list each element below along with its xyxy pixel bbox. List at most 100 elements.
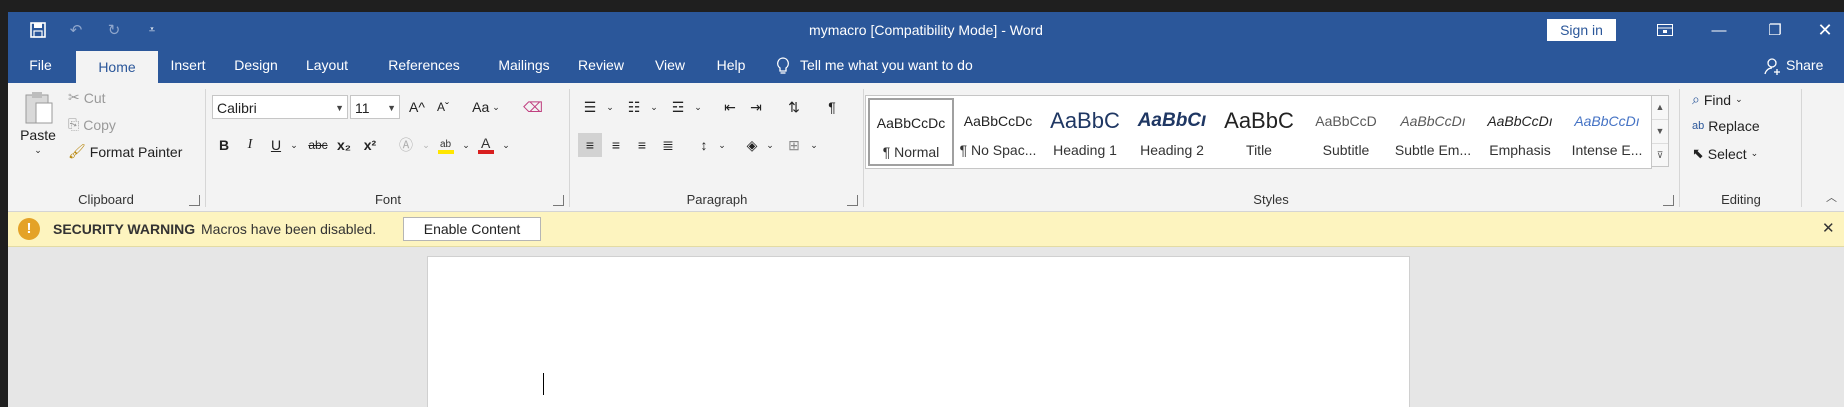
increase-indent-icon[interactable]: ⇥ (744, 95, 768, 119)
tab-help[interactable]: Help (708, 48, 754, 83)
tab-file[interactable]: File (18, 48, 63, 83)
gallery-down-icon[interactable]: ▼ (1652, 120, 1668, 144)
restore-icon[interactable]: ❐ (1750, 12, 1800, 48)
cut-button[interactable]: ✂ Cut (68, 89, 106, 106)
font-group-label: Font (374, 192, 401, 207)
tab-view[interactable]: View (646, 48, 694, 83)
lightbulb-icon (776, 56, 790, 75)
grow-font-button[interactable]: A^ (405, 95, 429, 119)
document-page[interactable] (427, 256, 1410, 407)
style-heading-2[interactable]: AaBbCı Heading 2 (1129, 98, 1215, 166)
style-emphasis[interactable]: AaBbCcDı Emphasis (1477, 98, 1563, 166)
shrink-font-label: Aˇ (437, 100, 449, 114)
find-button[interactable]: ⌕ Find ⌄ (1692, 91, 1743, 108)
font-name-combo[interactable]: Calibri ▼ (212, 95, 348, 119)
paragraph-launcher-icon[interactable] (847, 195, 858, 206)
style-subtle-emphasis[interactable]: AaBbCcDı Subtle Em... (1390, 98, 1476, 166)
chevron-down-icon[interactable]: ⌄ (710, 133, 734, 157)
style-preview: AaBbCcDı (1400, 113, 1466, 129)
share-button[interactable]: Share (1764, 48, 1823, 83)
select-label: Select (1707, 145, 1747, 162)
ribbon-display-icon[interactable] (1640, 12, 1690, 48)
italic-button[interactable]: I (238, 133, 262, 157)
clear-formatting-icon[interactable]: ⌫ (521, 95, 545, 119)
customize-icon[interactable]: ⩡ (140, 18, 164, 42)
shield-warning-icon: ! (18, 218, 40, 240)
svg-text:A: A (481, 135, 491, 151)
replace-button[interactable]: ab Replace (1692, 118, 1760, 134)
strikethrough-button[interactable]: abc (306, 133, 330, 157)
undo-icon[interactable]: ↶ (64, 18, 88, 42)
style-name: Heading 2 (1140, 142, 1204, 158)
superscript-button[interactable]: x² (358, 133, 382, 157)
search-icon: ⌕ (1692, 91, 1700, 107)
paste-dropdown-icon: ⌄ (34, 145, 42, 155)
tab-layout[interactable]: Layout (296, 48, 358, 83)
change-case-button[interactable]: Aa ⌄ (468, 95, 504, 119)
subscript-button[interactable]: x₂ (332, 133, 356, 157)
align-right-icon[interactable]: ≡ (630, 133, 654, 157)
tab-mailings[interactable]: Mailings (482, 48, 566, 83)
tab-references[interactable]: References (378, 48, 470, 83)
font-size-combo[interactable]: 11 ▼ (350, 95, 400, 119)
format-painter-button[interactable]: 🖌 Format Painter (68, 143, 182, 160)
close-icon[interactable]: ✕ (1822, 212, 1835, 246)
tab-insert[interactable]: Insert (160, 48, 216, 83)
chevron-down-icon[interactable]: ⌄ (802, 133, 826, 157)
copy-icon: ⎘ (68, 116, 80, 132)
gallery-more-icon[interactable]: ⊽ (1652, 144, 1668, 167)
shrink-font-button[interactable]: Aˇ (431, 95, 455, 119)
style-preview: AaBbCcD (1315, 113, 1377, 129)
sort-icon[interactable]: ⇅ (782, 95, 806, 119)
copy-button[interactable]: ⎘ Copy (68, 116, 116, 133)
chevron-down-icon[interactable]: ⌄ (758, 133, 782, 157)
minimize-icon[interactable]: — (1694, 12, 1744, 48)
font-group: Calibri ▼ 11 ▼ A^ Aˇ Aa ⌄ ⌫ B I U ⌄ abc x₂ … (208, 83, 568, 211)
save-icon[interactable] (26, 18, 50, 42)
underline-dropdown-icon[interactable]: ⌄ (282, 133, 306, 157)
justify-icon[interactable]: ≣ (656, 133, 680, 157)
chevron-down-icon[interactable]: ⌄ (642, 95, 666, 119)
style-no-spacing[interactable]: AaBbCcDc ¶ No Spac... (955, 98, 1041, 166)
style-name: Title (1246, 142, 1272, 158)
chevron-down-icon: ⌄ (1735, 94, 1743, 104)
style-title[interactable]: AaBbC Title (1216, 98, 1302, 166)
paste-label: Paste (20, 127, 56, 143)
italic-label: I (247, 137, 253, 152)
chevron-down-icon[interactable]: ⌄ (598, 95, 622, 119)
tell-me-box[interactable]: Tell me what you want to do (776, 48, 973, 83)
bold-label: B (218, 137, 230, 153)
style-intense-emphasis[interactable]: AaBbCcDı Intense E... (1564, 98, 1650, 166)
sign-in-button[interactable]: Sign in (1547, 19, 1616, 41)
align-left-icon[interactable]: ≡ (578, 133, 602, 157)
tab-review[interactable]: Review (570, 48, 632, 83)
underline-label: U (270, 137, 282, 153)
style-heading-1[interactable]: AaBbC Heading 1 (1042, 98, 1128, 166)
gallery-up-icon[interactable]: ▲ (1652, 96, 1668, 120)
style-name: Heading 1 (1053, 142, 1117, 158)
chevron-down-icon[interactable]: ⌄ (686, 95, 710, 119)
collapse-ribbon-icon[interactable]: ︿ (1826, 189, 1837, 205)
chevron-down-icon[interactable]: ⌄ (494, 133, 518, 157)
tab-design[interactable]: Design (226, 48, 286, 83)
decrease-indent-icon[interactable]: ⇤ (718, 95, 742, 119)
font-launcher-icon[interactable] (553, 195, 564, 206)
word-window: ↶ ↻ ⩡ mymacro [Compatibility Mode] - Wor… (8, 12, 1844, 407)
font-size-value: 11 (355, 100, 370, 116)
tab-home[interactable]: Home (76, 51, 158, 83)
enable-content-button[interactable]: Enable Content (403, 217, 541, 241)
select-button[interactable]: ⬉ Select ⌄ (1692, 145, 1758, 162)
show-formatting-icon[interactable]: ¶ (820, 95, 844, 119)
close-icon[interactable]: ✕ (1800, 12, 1844, 48)
subscript-label: x₂ (336, 137, 351, 153)
style-preview: AaBbCcDc (963, 113, 1033, 129)
clipboard-launcher-icon[interactable] (189, 195, 200, 206)
style-subtitle[interactable]: AaBbCcD Subtitle (1303, 98, 1389, 166)
bold-button[interactable]: B (212, 133, 236, 157)
tell-me-label: Tell me what you want to do (800, 57, 973, 73)
styles-launcher-icon[interactable] (1663, 195, 1674, 206)
style-normal[interactable]: AaBbCcDc ¶ Normal (868, 98, 954, 166)
redo-icon[interactable]: ↻ (102, 18, 126, 42)
paste-button[interactable]: Paste ⌄ (18, 91, 58, 156)
align-center-icon[interactable]: ≡ (604, 133, 628, 157)
